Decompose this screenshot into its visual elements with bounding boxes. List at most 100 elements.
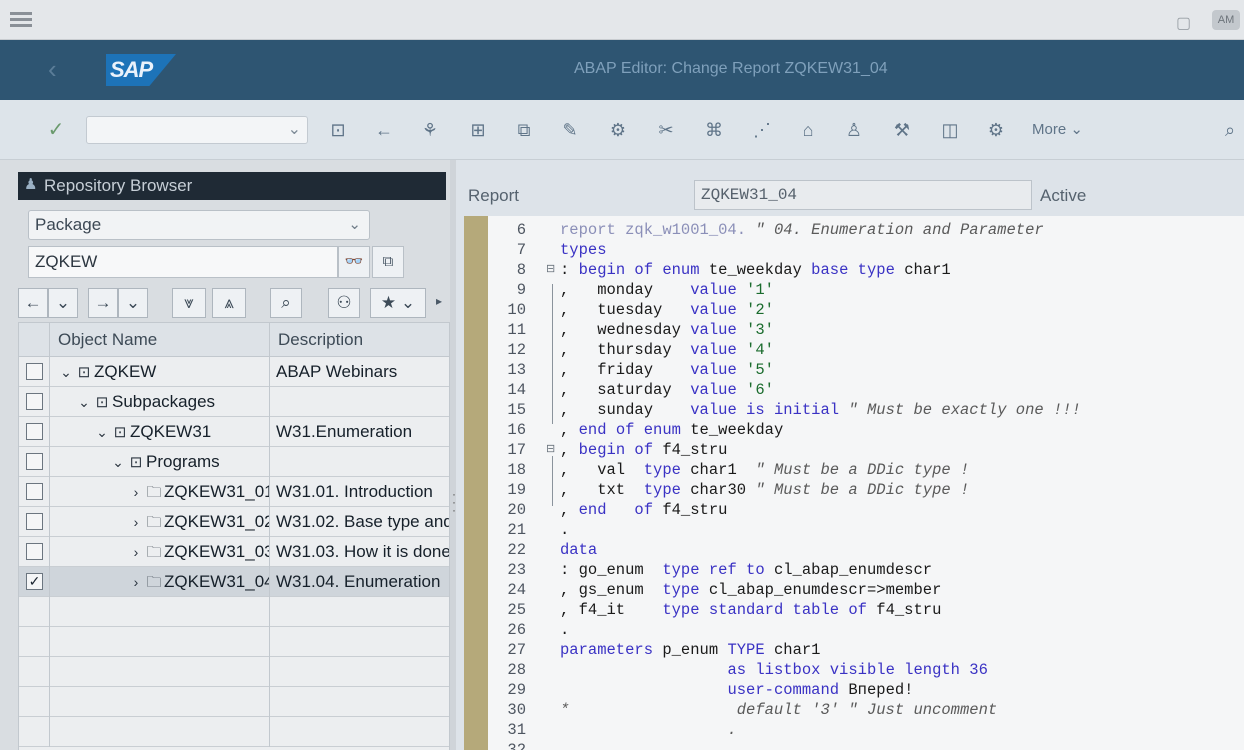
row-checkbox[interactable] [26,543,43,560]
back-icon[interactable]: ‹ [48,56,76,84]
code-token: char1 [690,461,756,479]
chevron-down-icon[interactable]: ⌄ [94,417,110,447]
find-button[interactable]: ⌕ [270,288,302,318]
row-checkbox[interactable] [26,513,43,530]
nav-back-button[interactable]: ← [18,288,48,318]
code-line[interactable]: 11 , wednesday value '3' [488,320,1244,340]
description-header[interactable]: Description [270,323,449,357]
check-syntax-icon[interactable]: ⊞ [466,118,490,142]
more-menu[interactable]: More ⌄ [1032,120,1102,140]
object-description [270,387,449,417]
user-avatar[interactable]: AM [1212,10,1240,30]
user-tree-icon[interactable]: ♙ [842,118,866,142]
code-line[interactable]: 14 , saturday value '6' [488,380,1244,400]
code-token: value [690,281,747,299]
search-icon[interactable]: ⌕ [1218,118,1242,142]
tree-row[interactable]: ⌄ ⊡ Subpackages [19,387,449,417]
code-line[interactable]: 27 parameters p_enum TYPE char1 [488,640,1244,660]
code-line[interactable]: 23: go_enum type ref to cl_abap_enumdesc… [488,560,1244,580]
code-line[interactable]: 29 user-command Впереd! [488,680,1244,700]
chevron-right-icon[interactable]: › [128,477,144,507]
chevron-right-icon[interactable]: › [128,567,144,597]
code-line[interactable]: 32 [488,740,1244,750]
cut-icon[interactable]: ✂ [654,118,678,142]
code-line[interactable]: 10 , tuesday value '2' [488,300,1244,320]
hierarchy-icon[interactable]: ⌂ [796,118,820,142]
row-checkbox[interactable] [26,363,43,380]
code-line[interactable]: 26. [488,620,1244,640]
back-arrow-icon[interactable]: ← [372,118,396,142]
code-editor[interactable]: 6 report zqk_w1001_04. " 04. Enumeration … [464,216,1244,750]
collapse-all-button[interactable]: ⩓ [212,288,246,318]
splitter-grip-icon[interactable]: · · · [452,488,456,516]
nav-forward-button[interactable]: → [88,288,118,318]
row-checkbox[interactable]: ✓ [26,573,43,590]
menu-icon[interactable] [10,12,32,28]
activate-icon[interactable]: ⧉ [512,118,536,142]
row-checkbox[interactable] [26,423,43,440]
tree-row[interactable]: ›🗀ZQKEW31_02 W31.02. Base type and value… [19,507,449,537]
object-type-select[interactable]: Package ⌄ [28,210,370,240]
chevron-down-icon[interactable]: ⌄ [48,288,78,318]
copy-button[interactable]: ⧉ [372,246,404,278]
collapse-block-icon[interactable]: ⊟ [546,260,555,280]
chevron-down-icon[interactable]: ⌄ [58,357,74,387]
code-line[interactable]: 30 * default '3' " Just uncomment [488,700,1244,720]
tree-row[interactable]: ⌄ ⊡ ZQKEW31 W31.Enumeration [19,417,449,447]
more-arrow-icon[interactable]: ▸ [436,294,444,310]
code-line[interactable]: 8 ⊟: begin of enum te_weekday base type c… [488,260,1244,280]
code-line[interactable]: 15 , sunday value is initial " Must be ex… [488,400,1244,420]
minimize-icon[interactable]: ▢ [1176,13,1194,32]
debug-icon[interactable]: ⚒ [890,118,914,142]
display-glasses-button[interactable]: 👓 [338,246,370,278]
code-line[interactable]: 31 . [488,720,1244,740]
window-icon[interactable]: ◫ [938,118,962,142]
code-line[interactable]: 28 as listbox visible length 36 [488,660,1244,680]
edit-icon[interactable]: ✎ [558,118,582,142]
where-used-icon[interactable]: ⚙ [606,118,630,142]
select-column-header[interactable] [19,323,50,357]
code-line[interactable]: 12 , thursday value '4' [488,340,1244,360]
chevron-right-icon[interactable]: › [128,537,144,567]
code-line[interactable]: 16, end of enum te_weekday [488,420,1244,440]
code-line[interactable]: 17 ⊟, begin of f4_stru [488,440,1244,460]
row-checkbox[interactable] [26,393,43,410]
chevron-down-icon[interactable]: ⌄ [76,387,92,417]
collapse-block-icon[interactable]: ⊟ [546,440,555,460]
chevron-right-icon[interactable]: › [128,507,144,537]
code-line[interactable]: 18 , val type char1 " Must be a DDic type… [488,460,1244,480]
code-line[interactable]: 22 data [488,540,1244,560]
command-field[interactable]: ⌄ [86,116,308,144]
tree-row-selected[interactable]: ✓ › 🗀 ZQKEW31_04 W31.04. Enumeration [19,567,449,597]
code-line[interactable]: 20, end of f4_stru [488,500,1244,520]
pin-icon[interactable]: ⌘ [702,118,726,142]
tree-row[interactable]: › 🗀 ZQKEW31_03 W31.03. How it is done [19,537,449,567]
code-line[interactable]: 9 , monday value '1' [488,280,1244,300]
settings-icon[interactable]: ⚙ [984,118,1008,142]
code-line[interactable]: 25 , f4_it type standard table of f4_stru [488,600,1244,620]
checkmark-icon[interactable]: ✓ [44,118,68,142]
display-change-icon[interactable]: ⊡ [326,118,350,142]
code-token: data [560,541,598,559]
code-line[interactable]: 24 , gs_enum type cl_abap_enumdescr=>memb… [488,580,1244,600]
code-line[interactable]: 13 , friday value '5' [488,360,1244,380]
code-line[interactable]: 6 report zqk_w1001_04. " 04. Enumeration … [488,220,1244,240]
code-line[interactable]: 21. [488,520,1244,540]
worklist-button[interactable]: ⚇ [328,288,360,318]
chevron-down-icon[interactable]: ⌄ [110,447,126,477]
pattern-icon[interactable]: ⚘ [418,118,442,142]
tree-row[interactable]: › 🗀 ZQKEW31_01 W31.01. Introduction [19,477,449,507]
row-checkbox[interactable] [26,453,43,470]
share-icon[interactable]: ⋰ [750,118,774,142]
code-line[interactable]: 19 , txt type char30 " Must be a DDic typ… [488,480,1244,500]
code-line[interactable]: 7 types [488,240,1244,260]
code-token: * default '3' " Just uncomment [560,701,998,719]
expand-all-button[interactable]: ⩔ [172,288,206,318]
favorites-button[interactable]: ★ ⌄ [370,288,426,318]
row-checkbox[interactable] [26,483,43,500]
object-name-header[interactable]: Object Name [50,323,270,357]
chevron-down-icon[interactable]: ⌄ [118,288,148,318]
package-input[interactable]: ZQKEW [28,246,338,278]
tree-row[interactable]: ⌄ ⊡ ZQKEW ABAP Webinars [19,357,449,387]
tree-row[interactable]: ⌄ ⊡ Programs [19,447,449,477]
